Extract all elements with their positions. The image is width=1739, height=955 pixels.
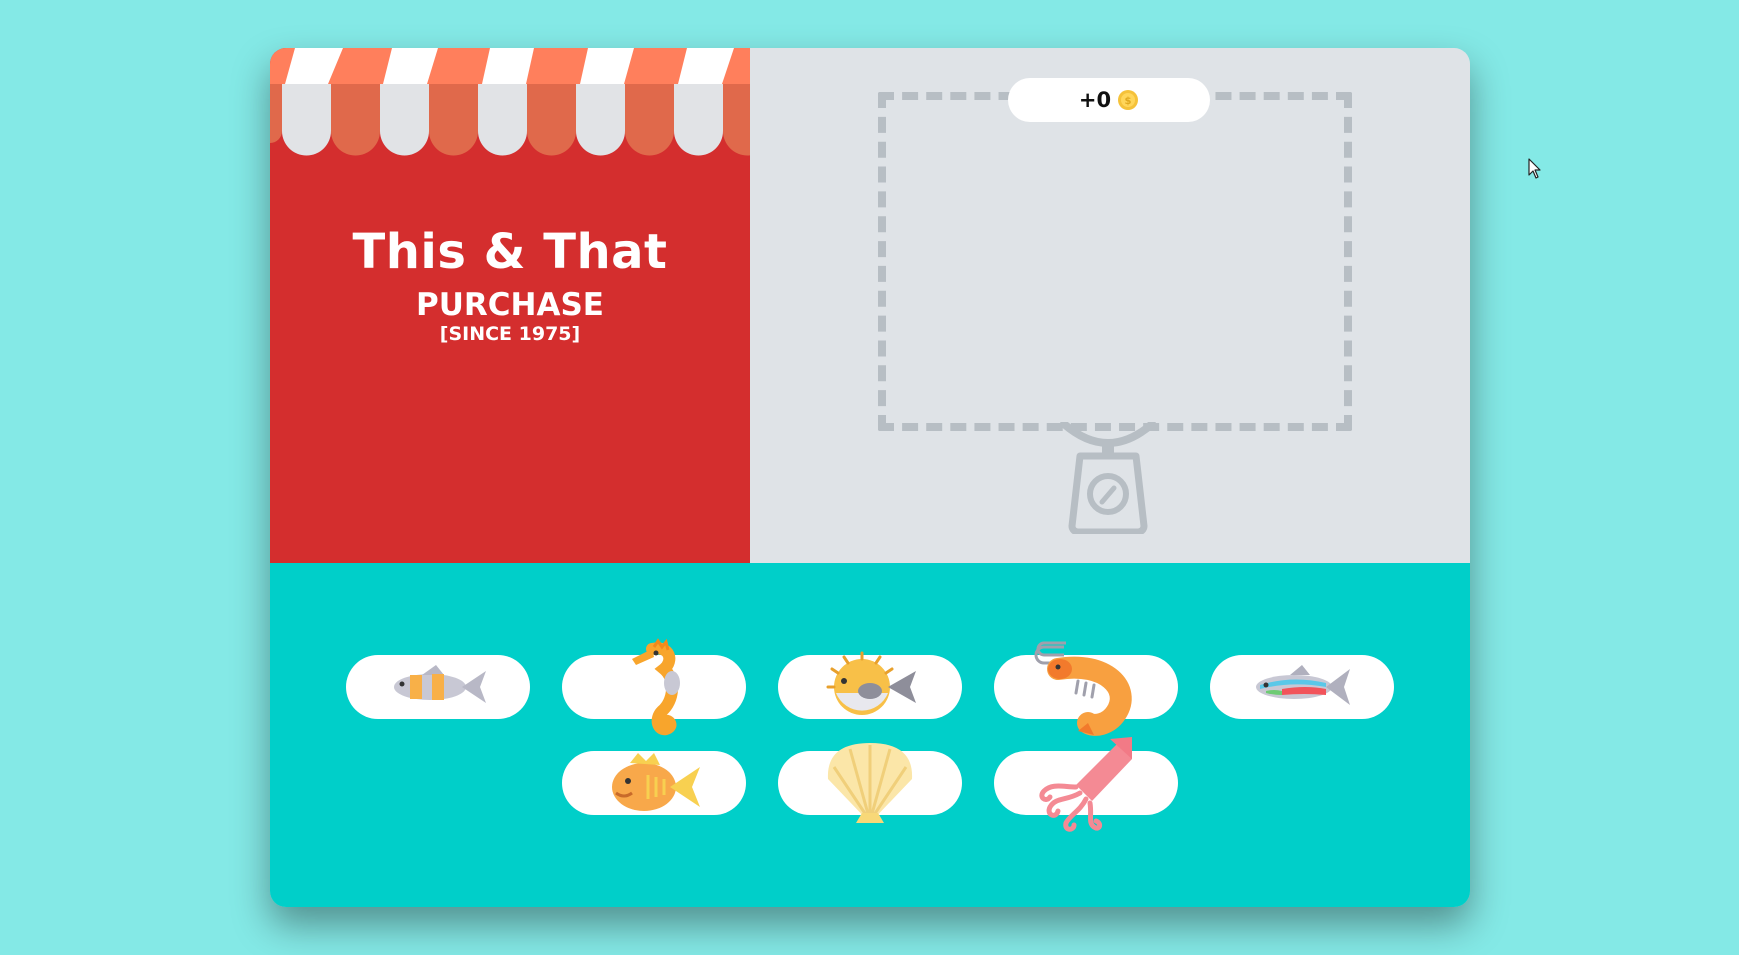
- item-slot-shrimp[interactable]: [994, 641, 1178, 736]
- pufferfish-icon[interactable]: [820, 651, 920, 721]
- striped-fish-icon[interactable]: [388, 661, 488, 711]
- coin-counter: +0 $: [1008, 78, 1210, 122]
- game-window: This & That PURCHASE [SINCE 1975] +0 $: [270, 48, 1470, 907]
- item-slot-seahorse[interactable]: [562, 638, 746, 736]
- shop-subtitle: PURCHASE: [416, 287, 604, 323]
- scale-area: +0 $: [750, 48, 1470, 563]
- item-counter: [270, 563, 1470, 907]
- svg-text:$: $: [1125, 96, 1132, 107]
- item-slot-squid[interactable]: [994, 737, 1178, 832]
- item-slot-yellow-fish[interactable]: [562, 751, 746, 815]
- awning: [270, 48, 750, 156]
- shop-title: This & That: [352, 224, 668, 280]
- item-slot-scallop-shell[interactable]: [778, 743, 962, 823]
- item-slot-neon-fish[interactable]: [1210, 655, 1394, 719]
- seahorse-icon[interactable]: [624, 638, 684, 739]
- shop-panel: This & That PURCHASE [SINCE 1975]: [270, 48, 750, 563]
- shrimp-icon[interactable]: [1034, 639, 1136, 739]
- scallop-shell-icon[interactable]: [820, 739, 920, 829]
- item-slot-pufferfish[interactable]: [778, 651, 962, 719]
- item-slot-striped-fish[interactable]: [346, 655, 530, 719]
- coin-icon: $: [1118, 90, 1139, 110]
- shop-since: [SINCE 1975]: [439, 323, 581, 345]
- scale-drop-zone[interactable]: [878, 92, 1352, 431]
- squid-icon[interactable]: [1036, 735, 1136, 835]
- coin-value: +0: [1078, 88, 1112, 112]
- weighing-scale-icon: [1060, 422, 1156, 534]
- mouse-cursor-icon: [1528, 158, 1541, 179]
- shop-sign: This & That PURCHASE [SINCE 1975]: [270, 224, 750, 346]
- yellow-fish-icon[interactable]: [604, 749, 704, 819]
- neon-fish-icon[interactable]: [1252, 661, 1352, 711]
